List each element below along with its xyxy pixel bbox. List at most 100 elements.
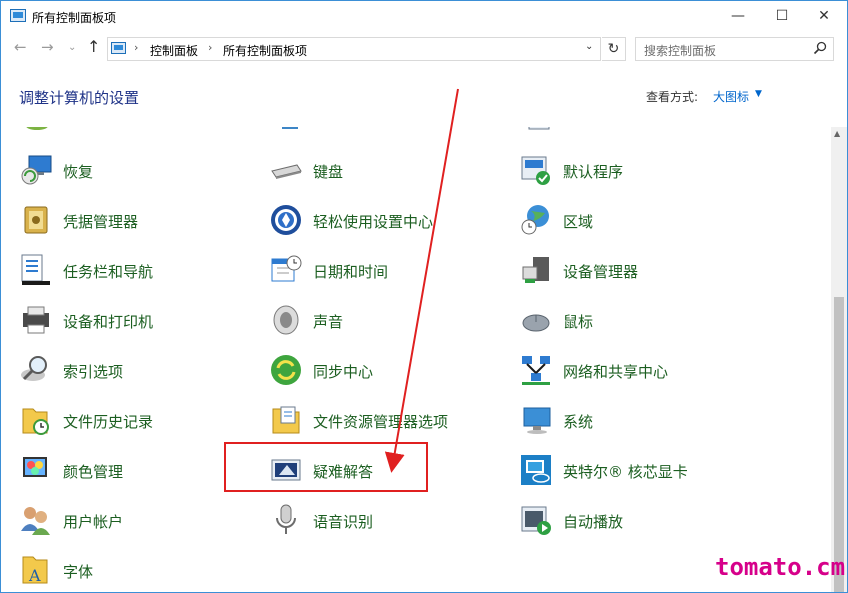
item-credential-manager[interactable]: 凭据管理器 [19, 203, 259, 243]
refresh-button[interactable]: ↻ [602, 37, 626, 61]
item-color-management[interactable]: 颜色管理 [19, 453, 259, 493]
breadcrumb-control-panel[interactable]: 控制面板 [150, 42, 198, 59]
item-system[interactable]: 系统 [519, 403, 759, 443]
item-keyboard[interactable]: 键盘 [269, 153, 509, 193]
item-device-manager[interactable]: 设备管理器 [519, 253, 759, 293]
calendar-clock-icon [271, 255, 302, 282]
item-label: 系统 [563, 413, 594, 431]
search-placeholder: 搜索控制面板 [644, 44, 717, 58]
microphone-icon [276, 504, 296, 534]
breadcrumb-separator[interactable]: › [208, 41, 212, 54]
maximize-button[interactable]: ☐ [759, 1, 805, 31]
item-label: 文件历史记录 [63, 413, 154, 431]
minimize-button[interactable]: — [715, 1, 761, 31]
file-history-icon [22, 408, 49, 435]
address-dropdown-icon[interactable]: ⌄ [585, 41, 593, 52]
item-label: 鼠标 [563, 313, 594, 331]
item-troubleshooting[interactable]: 疑难解答 [269, 453, 509, 493]
item-user-accounts[interactable]: 用户帐户 [19, 503, 259, 543]
item-label: 区域 [563, 213, 594, 231]
partial-item-icon [26, 127, 48, 130]
title-bar: 所有控制面板项 — ☐ ✕ [1, 1, 847, 32]
item-label: 字体 [63, 563, 94, 581]
item-label: 索引选项 [63, 363, 124, 381]
item-label: 网络和共享中心 [563, 363, 669, 381]
back-arrow-icon[interactable]: ← [14, 38, 27, 56]
item-file-explorer-options[interactable]: 文件资源管理器选项 [269, 403, 509, 443]
recent-locations-chevron-icon[interactable]: ⌄ [68, 42, 76, 53]
items-grid: 恢复 凭据管理器 任务栏和导航 设备和打印机 索引选项 文件历史记录 颜色管理 … [1, 127, 831, 592]
speaker-icon [273, 305, 299, 335]
forward-arrow-icon[interactable]: → [41, 38, 54, 56]
svg-text:A: A [28, 566, 41, 585]
color-management-icon [23, 457, 47, 477]
item-label: 同步中心 [313, 363, 374, 381]
vertical-scrollbar[interactable]: ▲ [831, 127, 847, 592]
item-label: 凭据管理器 [63, 213, 139, 231]
taskbar-navigation-icon [21, 254, 50, 285]
item-label: 恢复 [63, 163, 94, 181]
view-by-label: 查看方式: [646, 90, 699, 104]
user-accounts-icon [21, 507, 50, 535]
keyboard-icon [271, 164, 302, 179]
item-label: 轻松使用设置中心 [313, 213, 434, 231]
item-region[interactable]: 区域 [519, 203, 759, 243]
globe-clock-icon [521, 205, 549, 235]
sync-icon [271, 355, 301, 385]
autoplay-icon [521, 506, 551, 535]
folder-options-icon [272, 406, 300, 434]
item-autoplay[interactable]: 自动播放 [519, 503, 759, 543]
default-programs-icon [521, 156, 550, 185]
partial-item-icon [528, 127, 550, 130]
item-label: 文件资源管理器选项 [313, 413, 449, 431]
item-ease-of-access[interactable]: 轻松使用设置中心 [269, 203, 509, 243]
network-icon [522, 356, 550, 385]
item-label: 键盘 [313, 163, 344, 181]
page-title: 调整计算机的设置 [19, 89, 140, 107]
recovery-icon [21, 155, 52, 185]
item-network-sharing[interactable]: 网络和共享中心 [519, 353, 759, 393]
window-title: 所有控制面板项 [32, 11, 117, 25]
scroll-up-arrow-icon[interactable]: ▲ [834, 129, 840, 138]
ease-of-access-icon [271, 205, 301, 235]
item-taskbar-navigation[interactable]: 任务栏和导航 [19, 253, 259, 293]
troubleshooting-icon [271, 459, 301, 481]
credential-manager-icon [24, 206, 48, 234]
item-label: 声音 [313, 313, 344, 331]
item-label: 默认程序 [563, 163, 624, 181]
item-label: 设备管理器 [563, 263, 639, 281]
search-input[interactable]: 搜索控制面板 [635, 37, 834, 61]
address-bar[interactable]: › 控制面板 › 所有控制面板项 ⌄ [107, 37, 601, 61]
scroll-thumb[interactable] [834, 297, 844, 592]
item-speech-recognition[interactable]: 语音识别 [269, 503, 509, 543]
item-label: 用户帐户 [63, 513, 124, 531]
item-label: 自动播放 [563, 513, 624, 531]
item-label: 任务栏和导航 [63, 263, 154, 281]
item-indexing-options[interactable]: 索引选项 [19, 353, 259, 393]
navigation-bar: ← → ⌄ ↑ › 控制面板 › 所有控制面板项 ⌄ ↻ 搜索控制面板 [1, 32, 847, 64]
printer-icon [23, 306, 49, 334]
item-sync-center[interactable]: 同步中心 [269, 353, 509, 393]
item-recovery[interactable]: 恢复 [19, 153, 259, 193]
fonts-folder-icon: A [22, 556, 48, 585]
device-manager-icon [522, 257, 549, 283]
search-icon[interactable] [813, 41, 827, 55]
close-button[interactable]: ✕ [801, 1, 847, 31]
item-intel-graphics[interactable]: 英特尔® 核芯显卡 [519, 453, 759, 493]
item-fonts[interactable]: A 字体 [19, 553, 259, 592]
item-label: 语音识别 [313, 513, 374, 531]
breadcrumb-all-items[interactable]: 所有控制面板项 [223, 42, 307, 59]
item-date-time[interactable]: 日期和时间 [269, 253, 509, 293]
control-panel-icon [10, 9, 26, 22]
dropdown-caret-icon[interactable]: ▼ [755, 89, 762, 99]
item-file-history[interactable]: 文件历史记录 [19, 403, 259, 443]
breadcrumb-separator[interactable]: › [134, 41, 138, 54]
item-devices-printers[interactable]: 设备和打印机 [19, 303, 259, 343]
item-default-programs[interactable]: 默认程序 [519, 153, 759, 193]
up-arrow-icon[interactable]: ↑ [87, 37, 100, 56]
item-label: 日期和时间 [313, 263, 389, 281]
item-mouse[interactable]: 鼠标 [519, 303, 759, 343]
item-label: 颜色管理 [63, 463, 124, 481]
view-by-dropdown[interactable]: 大图标 [713, 88, 749, 105]
item-sound[interactable]: 声音 [269, 303, 509, 343]
